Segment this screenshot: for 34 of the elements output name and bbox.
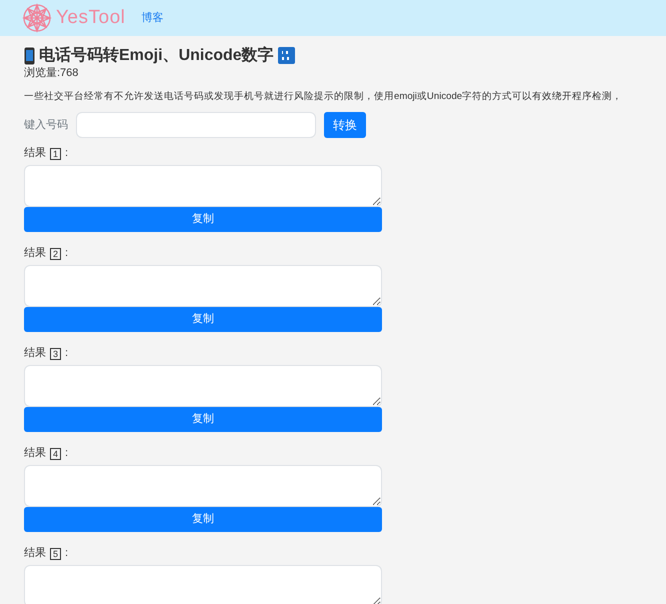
result-label: 结果 [24, 446, 46, 462]
colon: : [65, 246, 68, 262]
result-field[interactable] [24, 365, 382, 408]
colon: : [65, 446, 68, 462]
nav-link[interactable]: 博客 [141, 10, 164, 26]
result-label: 结果 [24, 246, 46, 262]
convert-button[interactable]: 转换 [324, 112, 366, 138]
colon: : [65, 346, 68, 362]
number-key-icon: 4 [50, 448, 62, 460]
numbers-icon [278, 47, 295, 64]
number-key-icon: 5 [50, 548, 62, 560]
page-title: 电话号码转Emoji、Unicode数字 [39, 46, 274, 66]
colon: : [65, 146, 68, 162]
copy-button[interactable]: 复制 [24, 307, 382, 332]
copy-button[interactable]: 复制 [24, 407, 382, 432]
input-label: 键入号码 [24, 118, 68, 133]
phone-input-field[interactable] [76, 112, 316, 138]
view-count: 浏览量:768 [24, 66, 80, 82]
result-label: 结果 [24, 546, 46, 562]
result-field[interactable] [24, 165, 382, 208]
copy-button[interactable]: 复制 [24, 507, 382, 532]
result-field[interactable] [24, 465, 382, 508]
result-label: 结果 [24, 146, 46, 162]
description: 一些社交平台经常有不允许发送电话号码或发现手机号就进行风险提示的限制，使用emoji或Unicode字符的方式可以有效绕开程序检测， [24, 90, 622, 103]
number-key-icon: 1 [50, 148, 62, 160]
result-field[interactable] [24, 265, 382, 308]
phone-icon [24, 46, 35, 65]
result-field[interactable] [24, 565, 382, 604]
result-label: 结果 [24, 346, 46, 362]
number-key-icon: 2 [50, 248, 62, 260]
copy-button[interactable]: 复制 [24, 207, 382, 232]
logo-icon [22, 3, 52, 33]
number-key-icon: 3 [50, 348, 62, 360]
colon: : [65, 546, 68, 562]
